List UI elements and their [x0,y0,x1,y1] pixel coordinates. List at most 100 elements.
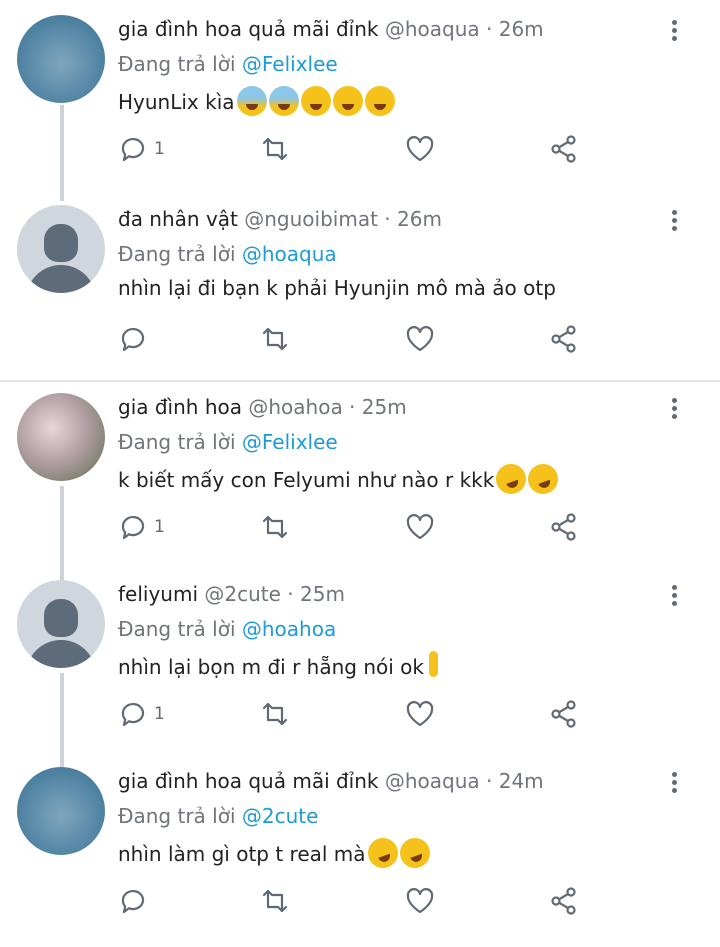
replying-to-label: Đang trả lời [118,617,236,641]
share-button[interactable] [549,134,579,164]
fear-emoji-icon [236,86,267,116]
action-bar [118,324,588,354]
default-avatar[interactable] [17,205,105,293]
tweet[interactable]: gia đình hoa @hoahoa · 25m Đang trả lời … [0,378,720,568]
share-button[interactable] [549,324,579,354]
tweet-body: HyunLix kìa [118,90,235,114]
replying-to-label: Đang trả lời [118,804,236,828]
share-button[interactable] [549,886,579,916]
replying-to: Đang trả lời @Felixlee [118,430,338,454]
display-name[interactable]: đa nhân vật [118,207,238,231]
default-avatar[interactable] [17,580,105,668]
hand-emoji-icon [426,651,442,681]
replying-to-handle[interactable]: @Felixlee [242,52,338,76]
drool-emoji-icon [332,86,363,116]
replying-to-handle[interactable]: @2cute [242,804,319,828]
like-button[interactable] [405,699,435,729]
handle-and-time[interactable]: @2cute · 25m [204,582,345,606]
replying-to-label: Đang trả lời [118,430,236,454]
profile-avatar[interactable] [17,767,105,855]
like-button[interactable] [405,134,435,164]
reply-count: 1 [154,139,165,159]
replying-to: Đang trả lời @hoahoa [118,617,336,641]
rofl-emoji-icon [363,833,402,873]
like-icon [406,326,434,352]
retweet-button[interactable] [260,512,290,542]
replying-to: Đang trả lời @2cute [118,804,318,828]
tweet-header: feliyumi @2cute · 25m [118,582,345,606]
tweet[interactable]: feliyumi @2cute · 25m Đang trả lời @hoah… [0,565,720,755]
reply-icon [121,702,145,727]
retweet-icon [262,327,288,351]
replying-to-handle[interactable]: @hoahoa [242,617,336,641]
like-button[interactable] [405,886,435,916]
tweet-text: nhìn làm gì otp t real mà [118,833,434,873]
reply-icon [121,327,145,352]
like-icon [406,136,434,162]
display-name[interactable]: gia đình hoa [118,395,242,419]
replying-to: Đang trả lời @hoaqua [118,242,337,266]
retweet-icon [262,137,288,161]
more-icon[interactable] [668,210,682,234]
emoji-group [235,86,395,116]
retweet-button[interactable] [260,699,290,729]
reply-button[interactable]: 1 [118,134,165,164]
tweet-body: nhìn làm gì otp t real mà [118,842,366,866]
share-icon [551,513,576,541]
tweet-header: đa nhân vật @nguoibimat · 26m [118,207,442,231]
tweet[interactable]: đa nhân vật @nguoibimat · 26m Đang trả l… [0,190,720,380]
action-bar: 1 [118,512,588,542]
tweet-text: HyunLix kìa [118,86,395,116]
more-icon[interactable] [668,20,682,44]
replying-to-handle[interactable]: @hoaqua [242,242,337,266]
reply-button[interactable] [118,886,154,916]
reply-icon [121,137,145,162]
share-button[interactable] [549,699,579,729]
profile-avatar[interactable] [17,393,105,481]
reply-button[interactable]: 1 [118,512,165,542]
like-icon [406,701,434,727]
replying-to: Đang trả lời @Felixlee [118,52,338,76]
retweet-icon [262,515,288,539]
tweet[interactable]: gia đình hoa quả mãi đỉnk @hoaqua · 24m … [0,752,720,942]
tweet-header: gia đình hoa quả mãi đỉnk @hoaqua · 24m [118,769,544,793]
retweet-button[interactable] [260,134,290,164]
rofl-emoji-icon [395,833,434,873]
display-name[interactable]: gia đình hoa quả mãi đỉnk [118,769,379,793]
handle-and-time[interactable]: @hoaqua · 26m [385,17,544,41]
retweet-icon [262,889,288,913]
like-button[interactable] [405,512,435,542]
emoji-group [424,651,442,679]
display-name[interactable]: gia đình hoa quả mãi đỉnk [118,17,379,41]
share-icon [551,325,576,353]
more-icon[interactable] [668,398,682,422]
retweet-button[interactable] [260,886,290,916]
tweet[interactable]: gia đình hoa quả mãi đỉnk @hoaqua · 26m … [0,0,720,190]
like-button[interactable] [405,324,435,354]
handle-and-time[interactable]: @hoahoa · 25m [248,395,406,419]
profile-avatar[interactable] [17,15,105,103]
more-icon[interactable] [668,585,682,609]
reply-button[interactable]: 1 [118,699,165,729]
display-name[interactable]: feliyumi [118,582,198,606]
like-icon [406,514,434,540]
rofl-emoji-icon [524,459,563,499]
tweet-header: gia đình hoa @hoahoa · 25m [118,395,407,419]
like-icon [406,888,434,914]
share-icon [551,700,576,728]
reply-button[interactable] [118,324,154,354]
tweet-body: k biết mấy con Felyumi như nào r kkk [118,468,495,492]
reply-count: 1 [154,704,165,724]
handle-and-time[interactable]: @nguoibimat · 26m [244,207,442,231]
avatar-head [44,599,78,637]
rofl-emoji-icon [492,459,531,499]
share-button[interactable] [549,512,579,542]
share-icon [551,887,576,915]
handle-and-time[interactable]: @hoaqua · 24m [385,769,544,793]
retweet-button[interactable] [260,324,290,354]
drool-emoji-icon [364,86,395,116]
replying-to-handle[interactable]: @Felixlee [242,430,338,454]
more-icon[interactable] [668,772,682,796]
avatar-body [26,265,96,293]
tweet-body: nhìn lại đi bạn k phải Hyunjin mô mà ảo … [118,276,556,300]
